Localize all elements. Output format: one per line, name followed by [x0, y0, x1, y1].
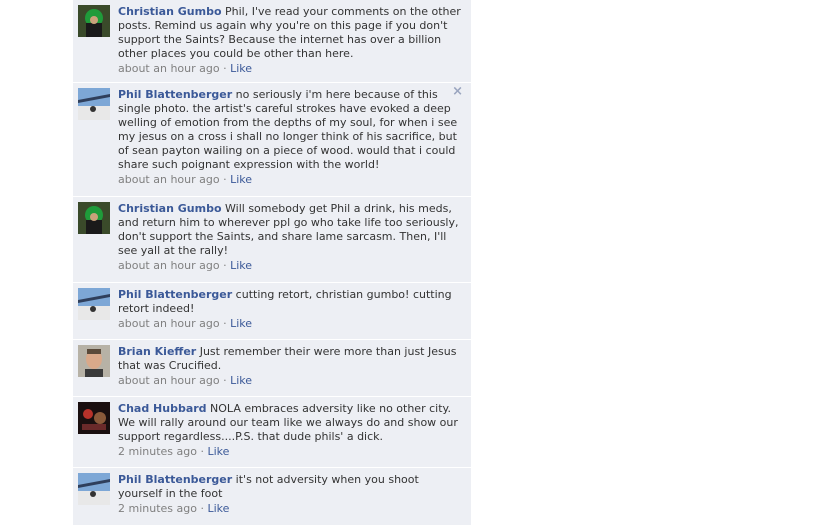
- comment-timestamp[interactable]: 2 minutes ago: [118, 502, 197, 515]
- meta-separator: ·: [219, 259, 231, 272]
- meta-separator: ·: [219, 317, 231, 330]
- comment-item: Phil Blattenberger cutting retort, chris…: [73, 283, 471, 340]
- close-icon[interactable]: ×: [452, 85, 463, 99]
- comment-meta: about an hour ago · Like: [118, 317, 463, 331]
- comment-item: Phil Blattenberger it's not adversity wh…: [73, 468, 471, 526]
- comment-item: Brian Kieffer Just remember their were m…: [73, 340, 471, 397]
- comment-author-link[interactable]: Brian Kieffer: [118, 345, 196, 358]
- comment-meta: about an hour ago · Like: [118, 62, 463, 76]
- meta-separator: ·: [219, 173, 231, 186]
- comment-author-link[interactable]: Phil Blattenberger: [118, 88, 232, 101]
- comment-list: Christian Gumbo Phil, I've read your com…: [73, 0, 471, 526]
- comment-meta: about an hour ago · Like: [118, 259, 463, 273]
- avatar[interactable]: [78, 345, 110, 377]
- phil-blattenberger-avatar-icon: [78, 88, 110, 120]
- comment-body: Christian Gumbo Phil, I've read your com…: [118, 5, 463, 61]
- avatar[interactable]: [78, 202, 110, 234]
- meta-separator: ·: [196, 502, 208, 515]
- comment-meta: about an hour ago · Like: [118, 173, 463, 187]
- like-link[interactable]: Like: [230, 173, 252, 186]
- christian-gumbo-avatar-icon: [78, 202, 110, 234]
- avatar[interactable]: [78, 473, 110, 505]
- avatar[interactable]: [78, 288, 110, 320]
- comment-body: Chad Hubbard NOLA embraces adversity lik…: [118, 402, 463, 444]
- chad-hubbard-avatar-icon: [78, 402, 110, 434]
- like-link[interactable]: Like: [207, 502, 229, 515]
- comment-author-link[interactable]: Phil Blattenberger: [118, 288, 232, 301]
- comment-meta: 2 minutes ago · Like: [118, 445, 463, 459]
- brian-kieffer-avatar-icon: [78, 345, 110, 377]
- comment-timestamp[interactable]: about an hour ago: [118, 259, 220, 272]
- comment-meta: about an hour ago · Like: [118, 374, 463, 388]
- comment-body: Brian Kieffer Just remember their were m…: [118, 345, 463, 373]
- comment-item: Chad Hubbard NOLA embraces adversity lik…: [73, 397, 471, 468]
- phil-blattenberger-avatar-icon: [78, 473, 110, 505]
- like-link[interactable]: Like: [230, 317, 252, 330]
- comment-author-link[interactable]: Christian Gumbo: [118, 5, 222, 18]
- comment-meta: 2 minutes ago · Like: [118, 502, 463, 516]
- comment-item: × Phil Blattenberger no seriously i'm he…: [73, 83, 471, 197]
- comment-body: Phil Blattenberger cutting retort, chris…: [118, 288, 463, 316]
- comment-body: Phil Blattenberger no seriously i'm here…: [118, 88, 463, 172]
- meta-separator: ·: [196, 445, 208, 458]
- comment-author-link[interactable]: Phil Blattenberger: [118, 473, 232, 486]
- comment-author-link[interactable]: Chad Hubbard: [118, 402, 207, 415]
- avatar[interactable]: [78, 88, 110, 120]
- comment-timestamp[interactable]: about an hour ago: [118, 317, 220, 330]
- like-link[interactable]: Like: [230, 259, 252, 272]
- phil-blattenberger-avatar-icon: [78, 288, 110, 320]
- comment-item: Christian Gumbo Phil, I've read your com…: [73, 0, 471, 83]
- like-link[interactable]: Like: [207, 445, 229, 458]
- comment-timestamp[interactable]: about an hour ago: [118, 62, 220, 75]
- comment-timestamp[interactable]: about an hour ago: [118, 173, 220, 186]
- like-link[interactable]: Like: [230, 62, 252, 75]
- comment-body: Phil Blattenberger it's not adversity wh…: [118, 473, 463, 501]
- comment-body: Christian Gumbo Will somebody get Phil a…: [118, 202, 463, 258]
- avatar[interactable]: [78, 402, 110, 434]
- comment-timestamp[interactable]: about an hour ago: [118, 374, 220, 387]
- christian-gumbo-avatar-icon: [78, 5, 110, 37]
- comment-item: Christian Gumbo Will somebody get Phil a…: [73, 197, 471, 283]
- like-link[interactable]: Like: [230, 374, 252, 387]
- avatar[interactable]: [78, 5, 110, 37]
- comment-author-link[interactable]: Christian Gumbo: [118, 202, 222, 215]
- meta-separator: ·: [219, 62, 231, 75]
- meta-separator: ·: [219, 374, 231, 387]
- comment-timestamp[interactable]: 2 minutes ago: [118, 445, 197, 458]
